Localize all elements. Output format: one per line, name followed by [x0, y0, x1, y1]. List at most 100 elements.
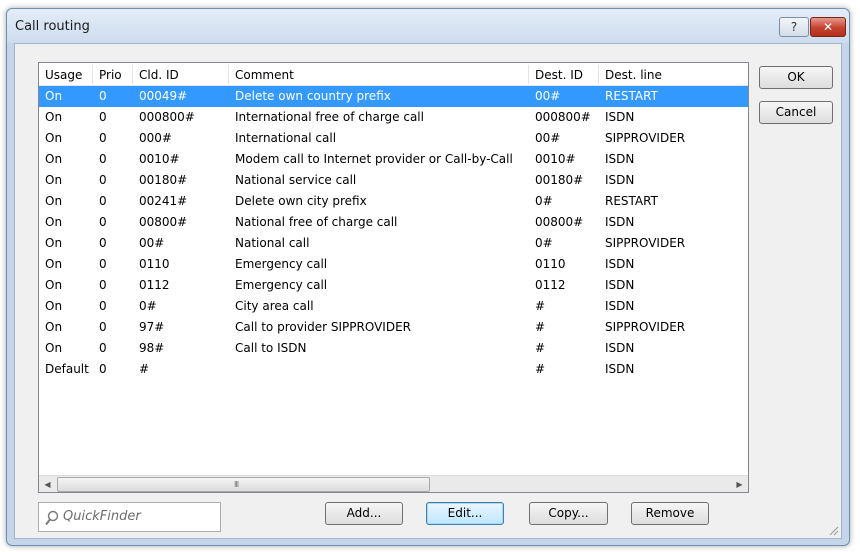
- cell-usage: On: [45, 131, 63, 145]
- title-bar[interactable]: Call routing ? ✕: [7, 9, 849, 43]
- cell-dest-line: RESTART: [605, 89, 658, 103]
- cell-cld-id: 0#: [139, 299, 157, 313]
- call-routing-dialog: Call routing ? ✕ Usage Prio Cld. ID Comm…: [6, 8, 850, 546]
- scroll-left-arrow-icon[interactable]: ◀: [39, 476, 56, 493]
- cell-comment: National free of charge call: [235, 215, 398, 229]
- cell-dest-line: ISDN: [605, 257, 635, 271]
- cell-dest-id: 0#: [535, 194, 553, 208]
- table-row[interactable]: On 0 98# Call to ISDN # ISDN: [39, 338, 748, 359]
- copy-button[interactable]: Copy...: [529, 502, 608, 525]
- quickfinder-placeholder: QuickFinder: [63, 509, 141, 524]
- ok-button[interactable]: OK: [759, 66, 833, 89]
- cell-usage: On: [45, 110, 63, 124]
- close-button[interactable]: ✕: [810, 17, 846, 37]
- cell-dest-id: #: [535, 299, 546, 313]
- edit-button[interactable]: Edit...: [426, 502, 504, 525]
- cell-dest-line: ISDN: [605, 299, 635, 313]
- cell-cld-id: 0110: [139, 257, 170, 271]
- scrollbar-grip-icon: III: [234, 480, 239, 489]
- cell-prio: 0: [99, 341, 107, 355]
- scrollbar-thumb[interactable]: III: [57, 477, 430, 492]
- cell-prio: 0: [99, 257, 107, 271]
- cell-prio: 0: [99, 215, 107, 229]
- cell-comment: Delete own country prefix: [235, 89, 391, 103]
- cell-dest-line: SIPPROVIDER: [605, 236, 686, 250]
- call-routing-table[interactable]: Usage Prio Cld. ID Comment Dest. ID Dest…: [38, 62, 749, 493]
- cell-cld-id: 0112: [139, 278, 170, 292]
- cell-dest-line: SIPPROVIDER: [605, 131, 686, 145]
- column-header-prio[interactable]: Prio: [93, 63, 132, 86]
- cell-usage: On: [45, 152, 63, 166]
- cell-usage: On: [45, 320, 63, 334]
- cell-cld-id: 000800#: [139, 110, 195, 124]
- horizontal-scrollbar[interactable]: ◀ III ▶: [39, 475, 748, 492]
- cell-cld-id: 00800#: [139, 215, 188, 229]
- column-header-dest-id[interactable]: Dest. ID: [529, 63, 597, 86]
- cell-dest-id: 00#: [535, 89, 561, 103]
- cell-prio: 0: [99, 299, 107, 313]
- cell-dest-id: 00800#: [535, 215, 584, 229]
- cell-usage: On: [45, 299, 63, 313]
- column-header-cld-id[interactable]: Cld. ID: [133, 63, 228, 86]
- scroll-right-arrow-icon[interactable]: ▶: [731, 476, 748, 493]
- cell-comment: [229, 359, 527, 380]
- cell-usage: On: [45, 173, 63, 187]
- cell-dest-id: 0#: [535, 236, 553, 250]
- cell-usage: On: [45, 215, 63, 229]
- cell-prio: 0: [99, 89, 107, 103]
- table-row[interactable]: On 0 00241# Delete own city prefix 0# RESTART: [39, 191, 748, 212]
- cell-dest-id: #: [535, 362, 546, 376]
- table-row[interactable]: On 0 0# City area call # ISDN: [39, 296, 748, 317]
- column-header-dest-line[interactable]: Dest. line: [599, 63, 747, 86]
- resize-grip-icon[interactable]: [827, 524, 839, 536]
- cell-dest-line: ISDN: [605, 152, 635, 166]
- cell-prio: 0: [99, 152, 107, 166]
- cell-usage: On: [45, 194, 63, 208]
- add-button[interactable]: Add...: [325, 502, 403, 525]
- cell-cld-id: 00049#: [139, 89, 188, 103]
- help-button[interactable]: ?: [779, 17, 809, 37]
- table-row[interactable]: On 0 97# Call to provider SIPPROVIDER # SIPPR…: [39, 317, 748, 338]
- cancel-button[interactable]: Cancel: [759, 101, 833, 124]
- quickfinder-search-field[interactable]: QuickFinder: [38, 502, 221, 532]
- cell-cld-id: 00241#: [139, 194, 188, 208]
- table-row[interactable]: On 0 00800# National free of charge call 008…: [39, 212, 748, 233]
- cell-comment: International call: [235, 131, 337, 145]
- table-row[interactable]: On 0 00049# Delete own country prefix 00# RES…: [39, 86, 748, 107]
- cell-prio: 0: [99, 131, 107, 145]
- column-header-comment[interactable]: Comment: [229, 63, 527, 86]
- cell-prio: 0: [99, 194, 107, 208]
- cell-usage: On: [45, 236, 63, 250]
- table-row[interactable]: On 0 0110 Emergency call 0110 ISDN: [39, 254, 748, 275]
- cell-dest-id: 00180#: [535, 173, 584, 187]
- table-row[interactable]: On 0 000800# International free of charge c…: [39, 107, 748, 128]
- cell-dest-id: 0112: [535, 278, 566, 292]
- cell-comment: Delete own city prefix: [235, 194, 367, 208]
- cell-dest-id: #: [535, 320, 546, 334]
- cell-dest-line: ISDN: [605, 341, 635, 355]
- cell-usage: Default: [45, 362, 89, 376]
- window-title: Call routing: [15, 19, 90, 34]
- remove-button[interactable]: Remove: [631, 502, 709, 525]
- cell-dest-id: 0010#: [535, 152, 576, 166]
- cell-usage: On: [45, 89, 63, 103]
- table-row[interactable]: Default 0 # # ISDN: [39, 359, 748, 380]
- table-row[interactable]: On 0 0112 Emergency call 0112 ISDN: [39, 275, 748, 296]
- cell-comment: National call: [235, 236, 310, 250]
- table-row[interactable]: On 0 00180# National service call 00180# ISDN: [39, 170, 748, 191]
- search-icon: [45, 510, 59, 526]
- cell-cld-id: 00180#: [139, 173, 188, 187]
- cell-dest-line: ISDN: [605, 215, 635, 229]
- cell-prio: 0: [99, 236, 107, 250]
- cell-dest-line: ISDN: [605, 110, 635, 124]
- cell-dest-id: 000800#: [535, 110, 591, 124]
- cell-cld-id: 00#: [139, 236, 165, 250]
- cell-cld-id: 97#: [139, 320, 165, 334]
- table-row[interactable]: On 0 0010# Modem call to Internet provider …: [39, 149, 748, 170]
- cell-dest-line: RESTART: [605, 194, 658, 208]
- cell-dest-id: 00#: [535, 131, 561, 145]
- dialog-body: Usage Prio Cld. ID Comment Dest. ID Dest…: [14, 43, 842, 539]
- table-row[interactable]: On 0 000# International call 00# SIPPROVIDER: [39, 128, 748, 149]
- column-header-usage[interactable]: Usage: [39, 63, 92, 86]
- table-row[interactable]: On 0 00# National call 0# SIPPROVIDER: [39, 233, 748, 254]
